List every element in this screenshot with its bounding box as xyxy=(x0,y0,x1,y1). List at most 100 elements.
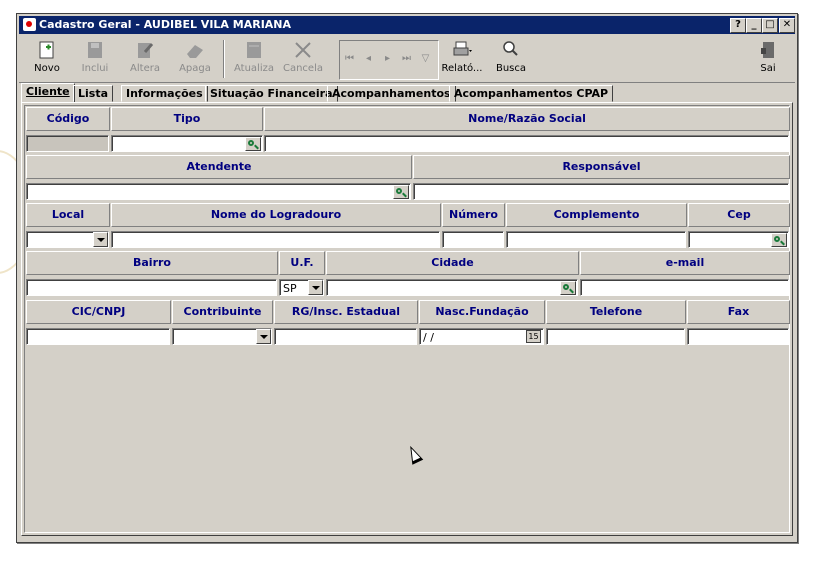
apaga-button[interactable]: Apaga xyxy=(175,40,215,80)
tab-lista[interactable]: Lista xyxy=(73,85,114,102)
first-record-icon[interactable]: ⏮ xyxy=(340,41,359,77)
prev-record-icon[interactable]: ◂ xyxy=(359,41,378,77)
responsavel-field[interactable] xyxy=(413,183,789,200)
save-icon xyxy=(88,42,102,58)
altera-label: Altera xyxy=(130,63,160,74)
title-bar: Cadastro Geral - AUDIBEL VILA MARIANA ? … xyxy=(19,16,795,34)
tab-situacao-financeira[interactable]: Situação Financeira xyxy=(205,85,338,102)
relatorio-button[interactable]: Relató... xyxy=(439,40,485,80)
help-button[interactable]: ? xyxy=(730,18,746,33)
atendente-field[interactable] xyxy=(26,183,411,200)
calendar-icon[interactable]: 15 xyxy=(526,330,541,343)
atendente-header: Atendente xyxy=(26,155,412,179)
cliente-panel: Código Tipo Nome/Razão Social Atendente … xyxy=(21,102,793,536)
window-title: Cadastro Geral - AUDIBEL VILA MARIANA xyxy=(39,18,292,31)
toolbar-separator xyxy=(223,40,225,78)
atualiza-button[interactable]: Atualiza xyxy=(231,40,277,80)
app-icon xyxy=(23,18,36,31)
responsavel-header: Responsável xyxy=(413,155,790,179)
cancela-label: Cancela xyxy=(282,63,323,74)
uf-value: SP xyxy=(283,282,297,295)
busca-button[interactable]: Busca xyxy=(491,40,531,80)
rg-field[interactable] xyxy=(274,328,417,345)
chevron-down-icon[interactable] xyxy=(308,280,323,295)
tipo-field[interactable] xyxy=(111,135,263,152)
tab-informacoes[interactable]: Informações xyxy=(121,85,208,102)
fax-header: Fax xyxy=(687,300,790,324)
cancela-button[interactable]: Cancela xyxy=(281,40,325,80)
tipo-header: Tipo xyxy=(111,107,263,131)
uf-header: U.F. xyxy=(279,251,325,275)
numero-field[interactable] xyxy=(442,231,504,248)
altera-button[interactable]: Altera xyxy=(125,40,165,80)
complemento-header: Complemento xyxy=(506,203,687,227)
codigo-field xyxy=(26,135,109,152)
cliente-form: Código Tipo Nome/Razão Social Atendente … xyxy=(24,105,790,533)
atualiza-label: Atualiza xyxy=(234,63,274,74)
inclui-button[interactable]: Inclui xyxy=(77,40,113,80)
cidade-lookup-icon[interactable] xyxy=(560,281,576,295)
relatorio-label: Relató... xyxy=(441,63,483,74)
cadastro-geral-window: Cadastro Geral - AUDIBEL VILA MARIANA ? … xyxy=(16,13,798,543)
logradouro-field[interactable] xyxy=(111,231,440,248)
bairro-header: Bairro xyxy=(26,251,278,275)
cidade-field[interactable] xyxy=(326,279,578,296)
bairro-field[interactable] xyxy=(26,279,277,296)
sai-button[interactable]: Sai xyxy=(753,40,783,80)
telefone-field[interactable] xyxy=(546,328,685,345)
atendente-lookup-icon[interactable] xyxy=(393,185,409,199)
chevron-down-icon[interactable] xyxy=(256,329,271,344)
eraser-icon xyxy=(187,45,203,58)
cidade-header: Cidade xyxy=(326,251,579,275)
cep-lookup-icon[interactable] xyxy=(771,233,787,247)
novo-button[interactable]: Novo xyxy=(29,40,65,80)
toolbar: Novo Inclui Altera Apaga Atualiza Cancel… xyxy=(19,36,795,83)
tab-strip: Cliente Lista Informações Situação Finan… xyxy=(21,83,791,103)
nascimento-field[interactable]: / / 15 xyxy=(419,328,544,345)
email-header: e-mail xyxy=(580,251,790,275)
last-record-icon[interactable]: ⏭ xyxy=(397,41,416,77)
logradouro-header: Nome do Logradouro xyxy=(111,203,441,227)
edit-icon xyxy=(138,43,154,58)
next-record-icon[interactable]: ▸ xyxy=(378,41,397,77)
refresh-document-icon xyxy=(247,42,261,58)
numero-header: Número xyxy=(442,203,505,227)
minimize-button[interactable]: _ xyxy=(746,18,762,33)
codigo-header: Código xyxy=(26,107,110,131)
nome-field[interactable] xyxy=(264,135,789,152)
cep-header: Cep xyxy=(688,203,790,227)
record-navigator: ⏮ ◂ ▸ ⏭ ▽ xyxy=(339,40,439,80)
local-header: Local xyxy=(26,203,110,227)
printer-icon xyxy=(453,41,472,56)
nascimento-value: / / xyxy=(423,331,434,344)
email-field[interactable] xyxy=(580,279,789,296)
fax-field[interactable] xyxy=(687,328,789,345)
chevron-down-icon[interactable] xyxy=(93,232,108,247)
sai-label: Sai xyxy=(760,63,776,74)
cic-header: CIC/CNPJ xyxy=(26,300,171,324)
contribuinte-header: Contribuinte xyxy=(172,300,273,324)
close-button[interactable]: ✕ xyxy=(779,18,795,33)
tab-cliente[interactable]: Cliente xyxy=(21,83,75,103)
nome-header: Nome/Razão Social xyxy=(264,107,790,131)
rg-header: RG/Insc. Estadual xyxy=(274,300,418,324)
new-document-icon xyxy=(39,41,54,59)
tab-acompanhamentos-cpap[interactable]: Acompanhamentos CPAP xyxy=(449,85,614,102)
nascimento-header: Nasc.Fundação xyxy=(419,300,545,324)
uf-select[interactable]: SP xyxy=(279,279,324,296)
cic-field[interactable] xyxy=(26,328,170,345)
novo-label: Novo xyxy=(34,63,60,74)
complemento-field[interactable] xyxy=(506,231,686,248)
inclui-label: Inclui xyxy=(81,63,109,74)
filter-icon[interactable]: ▽ xyxy=(416,41,435,77)
cep-field[interactable] xyxy=(688,231,789,248)
exit-door-icon xyxy=(761,42,774,58)
maximize-button[interactable]: □ xyxy=(762,18,778,33)
busca-label: Busca xyxy=(495,63,527,74)
local-select[interactable] xyxy=(26,231,109,248)
tab-acompanhamentos[interactable]: Acompanhamentos xyxy=(327,85,456,102)
cancel-x-icon xyxy=(295,42,311,58)
tipo-lookup-icon[interactable] xyxy=(245,137,261,151)
contribuinte-select[interactable] xyxy=(172,328,272,345)
magnifier-icon xyxy=(503,41,518,56)
